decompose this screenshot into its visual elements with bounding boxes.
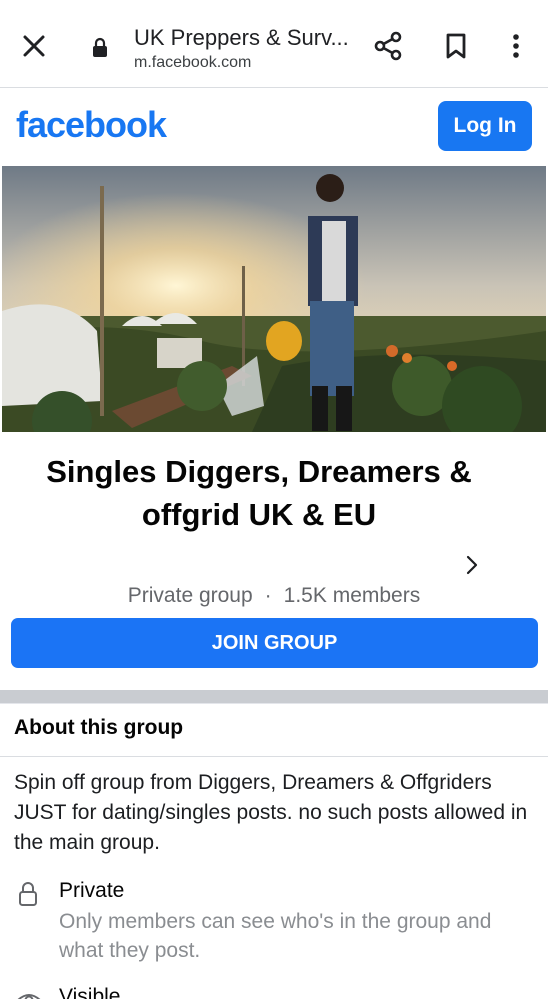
about-heading: About this group bbox=[14, 716, 184, 739]
group-title[interactable]: Singles Diggers, Dreamers & offgrid UK &… bbox=[40, 450, 478, 536]
facebook-header: facebook Log In bbox=[0, 88, 548, 164]
group-cover-photo[interactable] bbox=[2, 166, 546, 432]
login-button[interactable]: Log In bbox=[438, 101, 532, 151]
browser-toolbar: UK Preppers & Surv... m.facebook.com bbox=[0, 0, 548, 88]
group-member-count[interactable]: 1.5K members bbox=[284, 584, 421, 607]
close-icon[interactable] bbox=[18, 30, 50, 62]
lock-outline-icon bbox=[19, 882, 37, 906]
meta-separator: · bbox=[264, 584, 272, 607]
about-description: Spin off group from Diggers, Dreamers & … bbox=[14, 771, 528, 854]
browser-page-title[interactable]: UK Preppers & Surv... bbox=[134, 25, 349, 51]
privacy-description: Only members can see who's in the group … bbox=[59, 910, 492, 962]
privacy-title: Private bbox=[59, 879, 125, 902]
eye-icon bbox=[17, 994, 41, 999]
share-icon[interactable] bbox=[372, 30, 404, 62]
facebook-logo[interactable]: facebook bbox=[16, 104, 167, 146]
join-group-button[interactable]: JOIN GROUP bbox=[11, 618, 538, 668]
visibility-title: Visible bbox=[59, 985, 121, 999]
section-divider bbox=[0, 690, 548, 704]
more-vert-icon[interactable] bbox=[500, 30, 532, 62]
about-divider bbox=[0, 756, 548, 757]
browser-url[interactable]: m.facebook.com bbox=[134, 54, 251, 72]
chevron-right-icon[interactable] bbox=[462, 553, 482, 577]
bookmark-icon[interactable] bbox=[440, 30, 472, 62]
group-privacy: Private group bbox=[127, 584, 253, 607]
lock-icon bbox=[93, 37, 107, 57]
group-meta: Private group · 1.5K members bbox=[0, 584, 548, 608]
